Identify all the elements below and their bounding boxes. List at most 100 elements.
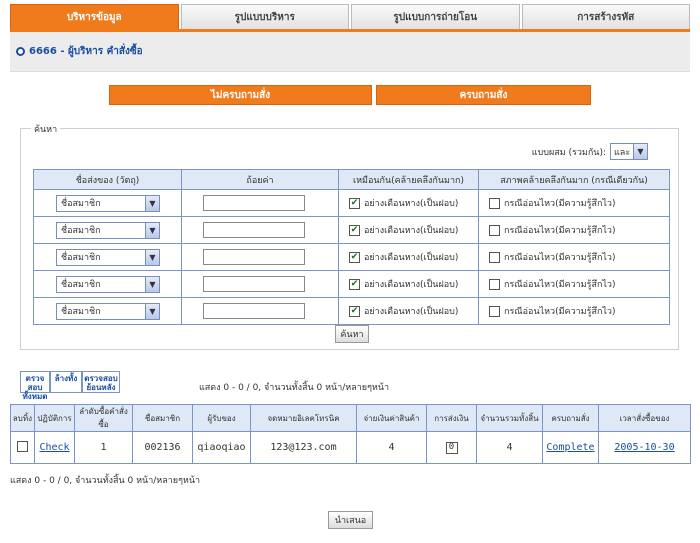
criteria-value-cell xyxy=(181,243,339,271)
field-select-value: ชื่อสมาชิก xyxy=(61,280,101,290)
exact-label: กรณีอ่อนไหว(มีความรู้สึกไว) xyxy=(504,199,616,209)
check-back-button[interactable]: ตรวจสอบ ย้อนหลัง xyxy=(82,371,120,393)
field-select-value: ชื่อสมาชิก xyxy=(61,253,101,263)
chevron-down-icon: ▼ xyxy=(145,303,159,319)
results-header: ลำดับซื้อคำสั่งซื้อ xyxy=(74,404,133,432)
exact-checkbox[interactable] xyxy=(489,278,500,290)
like-checkbox[interactable]: ✔ xyxy=(349,251,360,263)
action-cell: Check xyxy=(34,431,75,464)
field-select[interactable]: ชื่อสมาชิก ▼ xyxy=(56,275,160,293)
exact-label: กรณีอ่อนไหว(มีความรู้สึกไว) xyxy=(504,280,616,290)
results-header: ครบถามสั่ง xyxy=(542,404,599,432)
criteria-like-cell: ✔ อย่างเดือนหาง(เป็นฝอบ) xyxy=(338,216,479,244)
tab-code-creation[interactable]: การสร้างรหัส xyxy=(521,4,690,30)
results-header: จ่ายเงินค่าสินค้า xyxy=(356,404,427,432)
value-input[interactable] xyxy=(203,276,305,292)
status-link[interactable]: Complete xyxy=(546,442,594,453)
criteria-exact-cell: กรณีอ่อนไหว(มีความรู้สึกไว) xyxy=(478,216,670,244)
field-select-value: ชื่อสมาชิก xyxy=(61,199,101,209)
delete-checkbox[interactable] xyxy=(17,440,28,452)
chevron-down-icon: ▼ xyxy=(145,249,159,265)
field-select[interactable]: ชื่อสมาชิก ▼ xyxy=(56,302,160,320)
check-link[interactable]: Check xyxy=(39,442,69,453)
date-cell: 2005-10-30 xyxy=(598,431,691,464)
action-buttons: ตรวจสอบ ทั้งหมด ล้างทั้ง ตรวจสอบ ย้อนหลั… xyxy=(20,371,120,401)
clear-all-button[interactable]: ล้างทั้ง xyxy=(50,371,82,393)
value-input[interactable] xyxy=(203,249,305,265)
criteria-value-cell xyxy=(181,297,339,325)
search-panel: ค้นหา แบบผสม (รวมกัน): และ ▼ ชื่อส่งของ … xyxy=(20,122,679,350)
logic-select-value: และ xyxy=(614,147,631,158)
page-title: 6666 - ผู้บริหาร คำสั่งซื้อ xyxy=(29,46,143,57)
criteria-row: ชื่อสมาชิก ▼ ✔ อย่างเดือนหาง(เป็นฝอบ) กรณ… xyxy=(33,297,670,325)
value-input[interactable] xyxy=(203,195,305,211)
logic-select[interactable]: และ ▼ xyxy=(610,143,648,160)
check-all-button[interactable]: ตรวจสอบ ทั้งหมด xyxy=(20,371,50,401)
like-checkbox[interactable]: ✔ xyxy=(349,197,360,209)
chevron-down-icon: ▼ xyxy=(145,222,159,238)
order-no-cell: 1 xyxy=(74,431,133,464)
criteria-field-cell: ชื่อสมาชิก ▼ xyxy=(33,243,182,271)
value-input[interactable] xyxy=(203,303,305,319)
submit-button[interactable]: นำเสนอ xyxy=(328,511,373,529)
total-cell: 4 xyxy=(476,431,543,464)
header-band: 6666 - ผู้บริหาร คำสั่งซื้อ xyxy=(10,32,690,72)
criteria-exact-cell: กรณีอ่อนไหว(มีความรู้สึกไว) xyxy=(478,297,670,325)
logic-row: แบบผสม (รวมกัน): และ ▼ xyxy=(532,143,648,160)
criteria-row: ชื่อสมาชิก ▼ ✔ อย่างเดือนหาง(เป็นฝอบ) กรณ… xyxy=(33,189,670,217)
criteria-header-exact: สภาพคล้ายคลึงกันมาก (กรณีเดียวกัน) xyxy=(478,169,670,190)
logic-label: แบบผสม (รวมกัน): xyxy=(531,147,606,158)
field-select[interactable]: ชื่อสมาชิก ▼ xyxy=(56,221,160,239)
criteria-like-cell: ✔ อย่างเดือนหาง(เป็นฝอบ) xyxy=(338,189,479,217)
email-cell: 123@123.com xyxy=(250,431,357,464)
tab-management-format[interactable]: รูปแบบบริหาร xyxy=(180,4,349,30)
field-select-value: ชื่อสมาชิก xyxy=(61,307,101,317)
transfer-cell: 0 xyxy=(426,431,477,464)
criteria-value-cell xyxy=(181,270,339,298)
tab-transfer-format[interactable]: รูปแบบการถ่ายโอน xyxy=(351,4,520,30)
bullet-icon xyxy=(16,47,25,56)
exact-checkbox[interactable] xyxy=(489,197,500,209)
field-select[interactable]: ชื่อสมาชิก ▼ xyxy=(56,194,160,212)
criteria-row: ชื่อสมาชิก ▼ ✔ อย่างเดือนหาง(เป็นฝอบ) กรณ… xyxy=(33,270,670,298)
search-button[interactable]: ค้นหา xyxy=(335,325,369,343)
incomplete-orders-button[interactable]: ไม่ครบถามสั่ง xyxy=(109,85,372,105)
payment-cell: 4 xyxy=(356,431,427,464)
tab-data-management[interactable]: บริหารข้อมูล xyxy=(10,4,179,30)
field-select[interactable]: ชื่อสมาชิก ▼ xyxy=(56,248,160,266)
criteria-header-value: ถ้อยค่า xyxy=(181,169,339,190)
value-input[interactable] xyxy=(203,222,305,238)
paging-info-top: แสดง 0 - 0 / 0, จำนวนทั้งสิ้น 0 หน้า/หลา… xyxy=(199,383,390,393)
date-link[interactable]: 2005-10-30 xyxy=(614,442,674,453)
like-label: อย่างเดือนหาง(เป็นฝอบ) xyxy=(364,307,459,317)
chevron-down-icon: ▼ xyxy=(145,276,159,292)
exact-label: กรณีอ่อนไหว(มีความรู้สึกไว) xyxy=(504,253,616,263)
criteria-value-cell xyxy=(181,189,339,217)
exact-checkbox[interactable] xyxy=(489,224,500,236)
like-checkbox[interactable]: ✔ xyxy=(349,305,360,317)
like-checkbox[interactable]: ✔ xyxy=(349,224,360,236)
exact-checkbox[interactable] xyxy=(489,305,500,317)
chevron-down-icon: ▼ xyxy=(633,144,647,159)
criteria-exact-cell: กรณีอ่อนไหว(มีความรู้สึกไว) xyxy=(478,270,670,298)
results-header: ผู้รับของ xyxy=(192,404,251,432)
criteria-like-cell: ✔ อย่างเดือนหาง(เป็นฝอบ) xyxy=(338,297,479,325)
criteria-value-cell xyxy=(181,216,339,244)
criteria-exact-cell: กรณีอ่อนไหว(มีความรู้สึกไว) xyxy=(478,243,670,271)
criteria-field-cell: ชื่อสมาชิก ▼ xyxy=(33,297,182,325)
like-checkbox[interactable]: ✔ xyxy=(349,278,360,290)
criteria-exact-cell: กรณีอ่อนไหว(มีความรู้สึกไว) xyxy=(478,189,670,217)
criteria-header-field: ชื่อส่งของ (วัตถุ) xyxy=(33,169,182,190)
criteria-row: ชื่อสมาชิก ▼ ✔ อย่างเดือนหาง(เป็นฝอบ) กรณ… xyxy=(33,243,670,271)
status-cell: Complete xyxy=(542,431,599,464)
criteria-like-cell: ✔ อย่างเดือนหาง(เป็นฝอบ) xyxy=(338,270,479,298)
table-row: Check 1 002136 qiaoqiao 123@123.com 4 0 … xyxy=(10,431,691,464)
results-header: ชื่อสมาชิก xyxy=(132,404,193,432)
like-label: อย่างเดือนหาง(เป็นฝอบ) xyxy=(364,226,459,236)
receiver-cell: qiaoqiao xyxy=(192,431,251,464)
exact-checkbox[interactable] xyxy=(489,251,500,263)
transfer-checkbox[interactable]: 0 xyxy=(445,441,458,454)
results-header: จำนวนรวมทั้งสิ้น xyxy=(476,404,543,432)
complete-orders-button[interactable]: ครบถามสั่ง xyxy=(376,85,591,105)
criteria-header-row: ชื่อส่งของ (วัตถุ) ถ้อยค่า เหมือนกัน(คล้… xyxy=(33,169,670,190)
